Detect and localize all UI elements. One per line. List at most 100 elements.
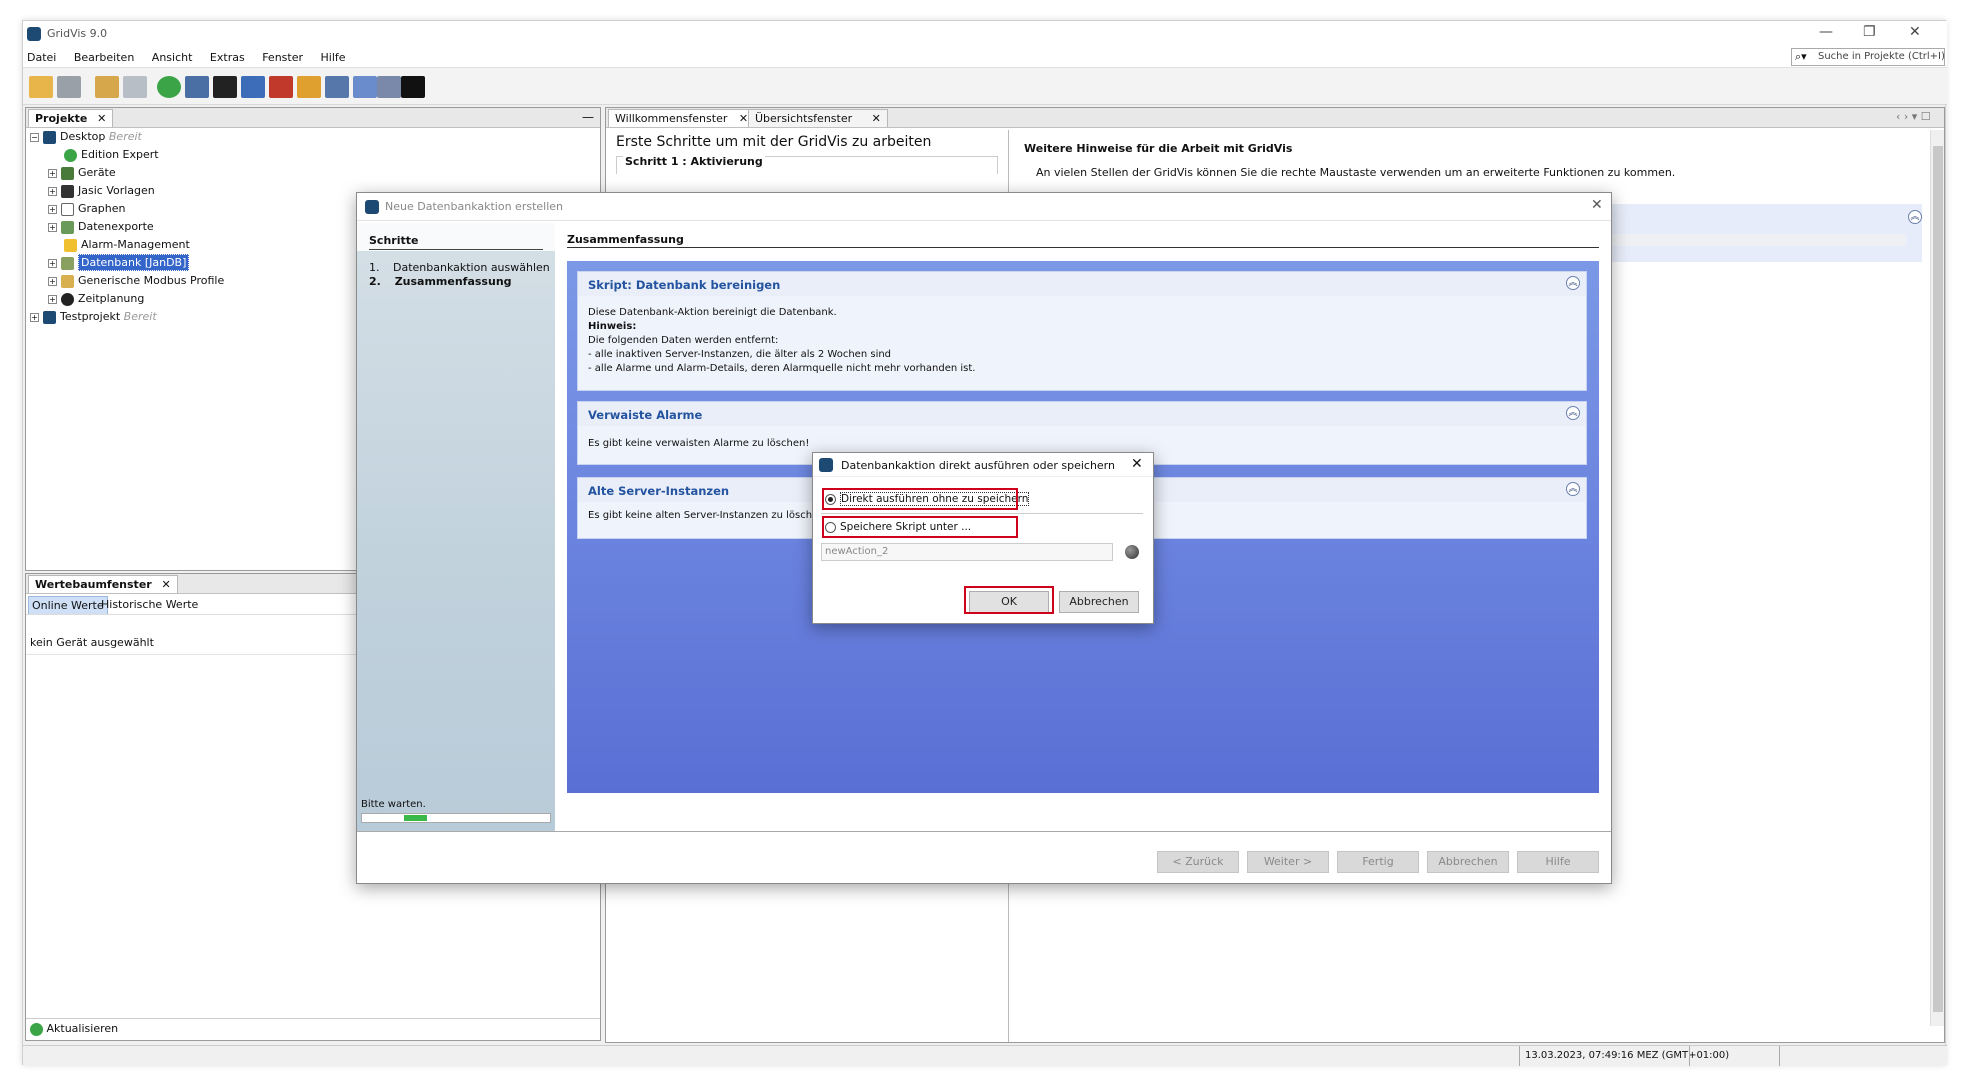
database-icon [61,256,74,270]
wizard-title: Neue Datenbankaktion erstellen [385,200,563,213]
export-icon [61,220,74,234]
menu-bearbeiten[interactable]: Bearbeiten [74,51,134,64]
status-dot-icon [1125,545,1139,559]
tree-item-desktop[interactable]: − Desktop Bereit [30,130,142,148]
tree-item-exports[interactable]: + Datenexporte [48,220,154,238]
summary-heading: Zusammenfassung [567,233,684,246]
text-line: Die folgenden Daten werden entfernt: [588,335,779,346]
report-icon[interactable] [353,76,377,98]
save-icon[interactable] [57,76,81,98]
close-icon[interactable]: ✕ [739,112,748,125]
collapse-icon[interactable]: ︽ [1566,482,1580,496]
expand-icon[interactable]: + [48,294,57,304]
tree-item-jasic[interactable]: + Jasic Vorlagen [48,184,155,202]
expand-icon[interactable]: + [48,258,57,268]
expand-icon[interactable]: + [48,204,57,214]
expand-icon[interactable]: + [48,186,57,196]
tree-label: Datenbank [JanDB] [78,254,190,271]
device-icon[interactable] [377,76,401,98]
tab-welcome[interactable]: Willkommensfenster ✕ [608,109,756,127]
tab-values-label: Wertebaumfenster [35,578,152,591]
subtab-online[interactable]: Online Werte [28,596,108,615]
subtab-history[interactable]: Historische Werte [98,596,201,613]
finish-button[interactable]: Fertig [1337,851,1419,873]
tab-overview[interactable]: Übersichtsfenster ✕ [748,109,888,127]
collapse-icon[interactable]: − [30,132,39,142]
collapse-icon[interactable]: ︽ [1566,406,1580,420]
back-button[interactable]: < Zurück [1157,851,1239,873]
modal-close-button[interactable]: ✕ [1131,456,1143,472]
next-button[interactable]: Weiter > [1247,851,1329,873]
tab-projects[interactable]: Projekte ✕ [28,109,114,127]
tree-item-testproject[interactable]: + Testprojekt Bereit [30,310,157,328]
minimize-button[interactable]: — [1819,24,1833,40]
scrollbar[interactable] [1930,130,1944,1026]
menu-fenster[interactable]: Fenster [262,51,303,64]
tab-welcome-label: Willkommensfenster [615,112,728,125]
expand-icon[interactable]: + [30,312,39,322]
measurement-icon[interactable] [185,76,209,98]
menu-datei[interactable]: Datei [27,51,56,64]
sync-icon[interactable] [157,76,181,98]
gridvis-logo-icon [365,200,379,214]
tab-overview-label: Übersichtsfenster [755,112,853,125]
tree-item-graphs[interactable]: + Graphen [48,202,125,220]
tab-values[interactable]: Wertebaumfenster ✕ [28,575,178,593]
section-text: Es gibt keine alten Server-Instanzen zu … [588,510,829,521]
graph-icon[interactable] [241,76,265,98]
minimize-panel-icon[interactable]: — [582,110,594,124]
collapse-icon[interactable]: ︽ [1908,210,1922,224]
expand-icon[interactable]: + [48,168,57,178]
collapse-icon[interactable]: ︽ [1566,276,1580,290]
tree-item-modbus[interactable]: + Generische Modbus Profile [48,274,224,292]
modal-title-bar: Datenbankaktion direkt ausführen oder sp… [813,453,1153,477]
refresh-button[interactable]: Aktualisieren [30,1022,118,1036]
tools-icon[interactable] [297,76,321,98]
tab-scroll-icon[interactable]: ‹ › ▾ ☐ [1896,110,1931,123]
annotation-highlight-ok [964,586,1054,614]
tree-item-schedule[interactable]: + Zeitplanung [48,292,144,310]
close-icon[interactable]: ✕ [872,112,881,125]
annotation-highlight-save [822,516,1018,538]
tree-item-devices[interactable]: + Geräte [48,166,116,184]
import-icon[interactable] [269,76,293,98]
devices-icon [61,166,74,180]
scrollbar-thumb[interactable] [1933,146,1943,1012]
user-icon[interactable] [325,76,349,98]
search-box[interactable]: ⌕▾ Suche in Projekte (Ctrl+I) [1791,48,1945,66]
cancel-button[interactable]: Abbrechen [1427,851,1509,873]
step-item-2: 2. Zusammenfassung [369,275,512,288]
topology-icon[interactable] [213,76,237,98]
close-icon[interactable]: ✕ [97,112,106,125]
tree-label: Testprojekt [60,310,121,323]
wizard-close-button[interactable]: ✕ [1591,197,1603,213]
progress-bar [361,813,551,823]
undo-icon[interactable] [95,76,119,98]
section-script: Skript: Datenbank bereinigen ︽ Diese Dat… [577,271,1587,391]
text-line: Hinweis: [588,321,637,332]
help-button[interactable]: Hilfe [1517,851,1599,873]
tree-item-database[interactable]: + Datenbank [JanDB] [48,254,190,274]
academy-icon[interactable] [401,76,425,98]
tab-projects-label: Projekte [35,112,88,125]
modal-cancel-button[interactable]: Abbrechen [1059,591,1139,613]
step-label: Datenbankaktion auswählen [393,261,550,274]
text-line: - alle inaktiven Server-Instanzen, die ä… [588,349,892,360]
project-icon [43,310,56,324]
script-name-input[interactable]: newAction_2 [821,543,1113,561]
expand-icon[interactable]: + [48,276,57,286]
bell-icon [64,238,77,252]
tree-item-edition[interactable]: Edition Expert [64,148,159,166]
menu-extras[interactable]: Extras [210,51,245,64]
expand-icon[interactable]: + [48,222,57,232]
modbus-icon [61,274,74,288]
divider [26,1018,600,1019]
close-icon[interactable]: ✕ [162,578,171,591]
menu-hilfe[interactable]: Hilfe [321,51,346,64]
redo-icon[interactable] [123,76,147,98]
menu-ansicht[interactable]: Ansicht [152,51,193,64]
maximize-button[interactable]: ❐ [1863,24,1876,40]
toolbar [23,67,1947,105]
close-button[interactable]: ✕ [1909,24,1921,40]
open-project-icon[interactable] [29,76,53,98]
